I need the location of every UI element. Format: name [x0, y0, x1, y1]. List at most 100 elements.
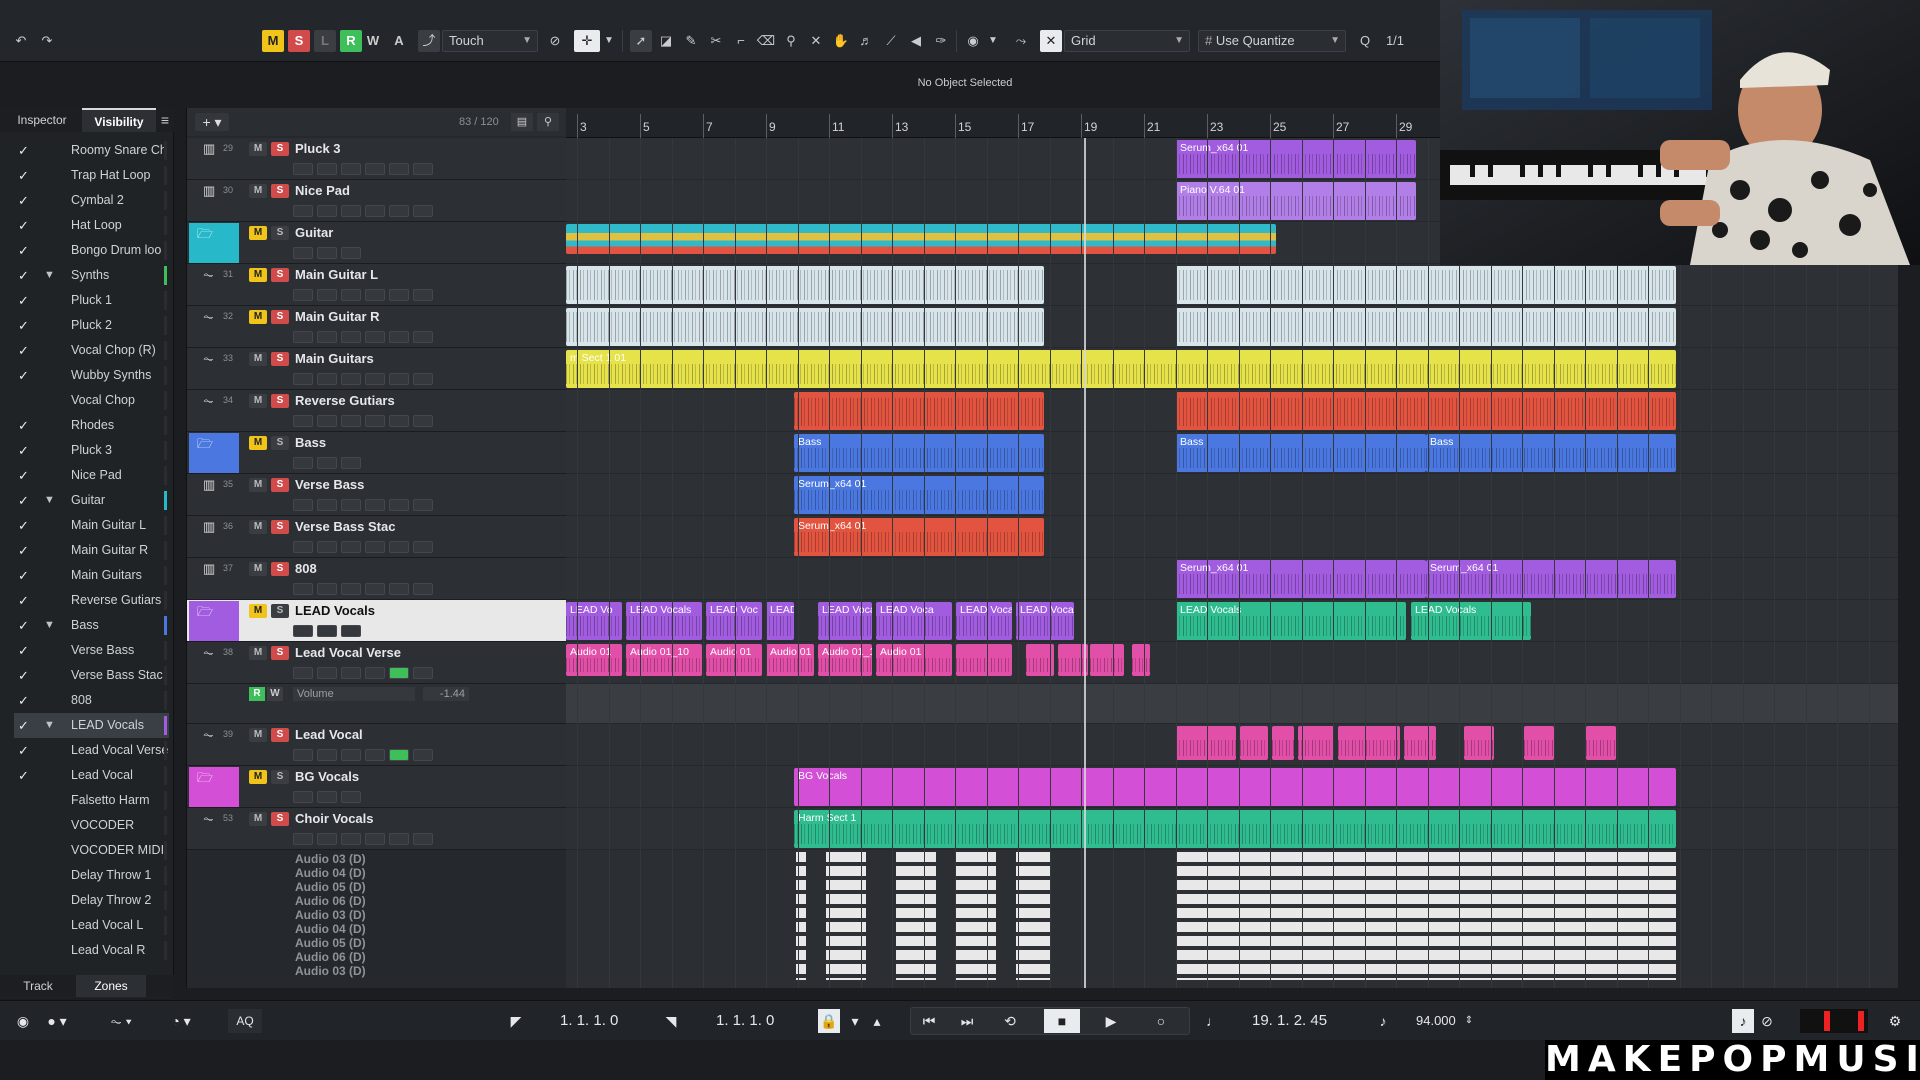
- audio-event[interactable]: [1272, 726, 1294, 760]
- track-control-button[interactable]: [365, 749, 385, 761]
- track-control-button[interactable]: [341, 791, 361, 803]
- collapsed-track[interactable]: Audio 03 (D): [243, 964, 567, 978]
- mute-button[interactable]: M: [249, 142, 267, 156]
- track-control-button[interactable]: [293, 289, 313, 301]
- track-name[interactable]: Lead Vocal Verse: [295, 645, 401, 660]
- track-control-button[interactable]: [341, 415, 361, 427]
- track-control-button[interactable]: [293, 247, 313, 259]
- audio-event[interactable]: Harm Sect 1: [794, 810, 1676, 848]
- track-control-button[interactable]: [389, 205, 409, 217]
- mute-button[interactable]: M: [249, 520, 267, 534]
- track-control-button[interactable]: [317, 541, 337, 553]
- visibility-item[interactable]: Lead Vocal R: [14, 938, 169, 963]
- visibility-item[interactable]: Lead Vocal L: [14, 913, 169, 938]
- metronome-mode-icon[interactable]: ◔ ▾: [164, 1009, 198, 1033]
- track-control-button[interactable]: [413, 205, 433, 217]
- solo-button[interactable]: S: [271, 646, 289, 660]
- collapsed-track[interactable]: Audio 06 (D): [243, 950, 567, 964]
- midi-part[interactable]: Serum_x64 01: [1426, 560, 1676, 598]
- midi-part[interactable]: Serum_x64 01: [794, 476, 1044, 514]
- track-control-button[interactable]: [293, 373, 313, 385]
- audio-event[interactable]: [1176, 392, 1676, 430]
- left-locator-icon[interactable]: ◤: [505, 1009, 527, 1033]
- check-icon[interactable]: ✓: [18, 763, 32, 788]
- track-reverse-gutiars[interactable]: ⏦ 34 M S Reverse Gutiars: [187, 390, 567, 432]
- check-icon[interactable]: ✓: [18, 538, 32, 563]
- solo-button[interactable]: S: [271, 604, 289, 618]
- track-controls[interactable]: [293, 666, 437, 680]
- solo-button[interactable]: S: [271, 812, 289, 826]
- track-control-button[interactable]: [317, 583, 337, 595]
- folder-expand-icon[interactable]: ▼: [44, 613, 55, 638]
- zoom-tool-icon[interactable]: ⚲: [780, 30, 802, 52]
- solo-button[interactable]: S: [271, 770, 289, 784]
- solo-button[interactable]: S: [271, 394, 289, 408]
- folder-part[interactable]: [566, 224, 1276, 254]
- track-control-button[interactable]: [413, 833, 433, 845]
- visibility-item[interactable]: ✓ Wubby Synths: [14, 363, 169, 388]
- visibility-item[interactable]: ✓ Vocal Chop (R): [14, 338, 169, 363]
- track-control-button[interactable]: [389, 667, 409, 679]
- line-tool-icon[interactable]: ⟋: [880, 30, 902, 52]
- track-control-button[interactable]: [413, 749, 433, 761]
- track-control-button[interactable]: [293, 749, 313, 761]
- collapsed-audio-events[interactable]: [1016, 852, 1050, 980]
- record-button[interactable]: ○: [1144, 1009, 1178, 1033]
- collapsed-track[interactable]: Audio 06 (D): [243, 894, 567, 908]
- track-control-button[interactable]: [341, 583, 361, 595]
- track-control-button[interactable]: [341, 457, 361, 469]
- track-controls[interactable]: [293, 162, 437, 176]
- add-track-button[interactable]: + ▾: [195, 113, 229, 131]
- track-bass[interactable]: 🗁 M S Bass: [187, 432, 567, 474]
- check-icon[interactable]: ✓: [18, 513, 32, 538]
- audio-event[interactable]: [1176, 308, 1676, 346]
- track-control-button[interactable]: [341, 247, 361, 259]
- check-icon[interactable]: ✓: [18, 688, 32, 713]
- track-name[interactable]: Guitar: [295, 225, 333, 240]
- automation-mode-dropdown[interactable]: Touch ▼: [442, 30, 538, 52]
- mute-button[interactable]: M: [249, 812, 267, 826]
- track-control-button[interactable]: [413, 583, 433, 595]
- visibility-item[interactable]: ✓ Pluck 1: [14, 288, 169, 313]
- track-controls[interactable]: [293, 540, 437, 554]
- collapsed-track[interactable]: Audio 03 (D): [243, 908, 567, 922]
- tab-zones[interactable]: Zones: [76, 975, 146, 997]
- check-icon[interactable]: ✓: [18, 588, 32, 613]
- visibility-item[interactable]: ✓ Lead Vocal: [14, 763, 169, 788]
- solo-button[interactable]: S: [271, 352, 289, 366]
- track-name[interactable]: Main Guitars: [295, 351, 374, 366]
- track-control-button[interactable]: [341, 541, 361, 553]
- folder-part[interactable]: LEAD Vocals: [1016, 602, 1074, 640]
- snap-icon[interactable]: ⤳: [1010, 30, 1032, 52]
- midi-part[interactable]: Serum_x64 01: [1176, 140, 1416, 178]
- track-control-button[interactable]: [389, 833, 409, 845]
- auto-quantize-button[interactable]: AQ: [228, 1009, 262, 1033]
- visibility-item[interactable]: ✓ Rhodes: [14, 413, 169, 438]
- solo-button[interactable]: S: [271, 520, 289, 534]
- solo-button[interactable]: S: [271, 226, 289, 240]
- track-verse-bass-stac[interactable]: ▥ 36 M S Verse Bass Stac: [187, 516, 567, 558]
- track-name[interactable]: Reverse Gutiars: [295, 393, 395, 408]
- quantize-dropdown[interactable]: # Use Quantize ▼: [1198, 30, 1346, 52]
- track-control-button[interactable]: [413, 331, 433, 343]
- folder-expand-icon[interactable]: ▼: [44, 263, 55, 288]
- edit-mode-icon[interactable]: ✛: [574, 30, 600, 52]
- track-name[interactable]: Pluck 3: [295, 141, 341, 156]
- track-name[interactable]: Bass: [295, 435, 326, 450]
- track-control-button[interactable]: [341, 205, 361, 217]
- stop-button[interactable]: ■: [1044, 1009, 1080, 1033]
- track-control-button[interactable]: [365, 331, 385, 343]
- audio-event[interactable]: [1176, 726, 1236, 760]
- folder-icon[interactable]: 🗁: [197, 769, 213, 791]
- cycle-record-mode-icon[interactable]: ⏦ ▾: [104, 1009, 138, 1033]
- folder-part[interactable]: LEAD Vocal: [956, 602, 1012, 640]
- track-controls[interactable]: [293, 624, 365, 638]
- track-verse-bass[interactable]: ▥ 35 M S Verse Bass: [187, 474, 567, 516]
- cycle-icon[interactable]: ⟲: [993, 1009, 1027, 1033]
- menu-icon[interactable]: ≡: [158, 108, 172, 132]
- tempo-track-icon[interactable]: ♪: [1372, 1009, 1394, 1033]
- track-control-button[interactable]: [365, 205, 385, 217]
- track-controls[interactable]: [293, 372, 437, 386]
- track-control-button[interactable]: [317, 289, 337, 301]
- right-locator-field[interactable]: 1. 1. 1. 0: [716, 1009, 816, 1033]
